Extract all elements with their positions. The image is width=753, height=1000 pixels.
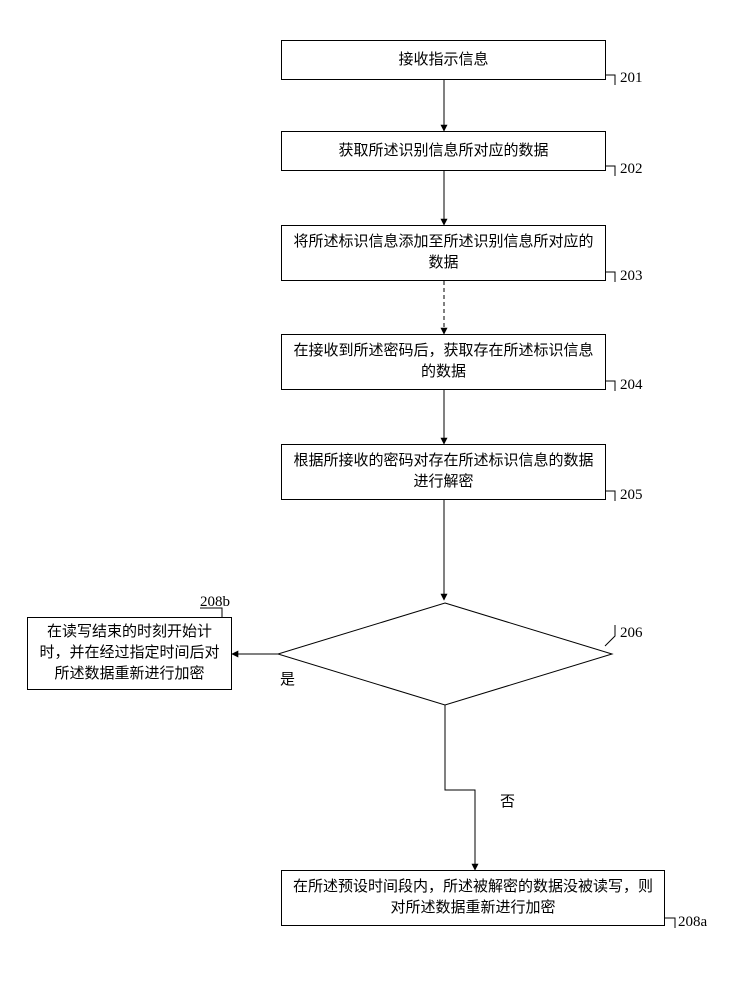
step-204-box: 在接收到所述密码后，获取存在所述标识信息的数据 bbox=[281, 334, 606, 390]
step-206-number: 206 bbox=[620, 625, 643, 642]
flowchart-canvas: 接收指示信息 201 获取所述识别信息所对应的数据 202 将所述标识信息添加至… bbox=[0, 0, 753, 1000]
step-202-text: 获取所述识别信息所对应的数据 bbox=[338, 141, 548, 162]
callout-206 bbox=[605, 625, 615, 646]
step-201-box: 接收指示信息 bbox=[281, 40, 606, 80]
arrow-206-208a bbox=[445, 705, 475, 870]
step-206-text: 检测所述被解密的数据当前是否被读写 bbox=[340, 633, 550, 675]
callout-201 bbox=[606, 75, 615, 85]
step-203-box: 将所述标识信息添加至所述识别信息所对应的数据 bbox=[281, 225, 606, 281]
step-204-text: 在接收到所述密码后，获取存在所述标识信息的数据 bbox=[292, 341, 595, 383]
step-201-number: 201 bbox=[620, 70, 643, 87]
step-208a-box: 在所述预设时间段内，所述被解密的数据没被读写，则对所述数据重新进行加密 bbox=[281, 870, 665, 926]
callout-202 bbox=[606, 166, 615, 176]
callout-208a bbox=[665, 918, 675, 928]
callout-204 bbox=[606, 381, 615, 391]
step-202-number: 202 bbox=[620, 161, 643, 178]
step-201-text: 接收指示信息 bbox=[398, 50, 488, 71]
step-206-text-container: 检测所述被解密的数据当前是否被读写 bbox=[340, 639, 550, 669]
callout-203 bbox=[606, 272, 615, 282]
decision-yes-label: 是 bbox=[280, 668, 295, 689]
step-208b-number: 208b bbox=[200, 594, 230, 611]
step-204-number: 204 bbox=[620, 377, 643, 394]
step-203-text: 将所述标识信息添加至所述识别信息所对应的数据 bbox=[292, 232, 595, 274]
step-202-box: 获取所述识别信息所对应的数据 bbox=[281, 131, 606, 171]
step-205-text: 根据所接收的密码对存在所述标识信息的数据进行解密 bbox=[292, 451, 595, 493]
step-208b-text: 在读写结束的时刻开始计时，并在经过指定时间后对所述数据重新进行加密 bbox=[38, 622, 221, 685]
step-203-number: 203 bbox=[620, 268, 643, 285]
step-208b-box: 在读写结束的时刻开始计时，并在经过指定时间后对所述数据重新进行加密 bbox=[27, 617, 232, 690]
step-208a-text: 在所述预设时间段内，所述被解密的数据没被读写，则对所述数据重新进行加密 bbox=[292, 877, 654, 919]
step-205-number: 205 bbox=[620, 487, 643, 504]
step-206-diamond bbox=[278, 603, 612, 705]
callout-205 bbox=[606, 491, 615, 501]
step-205-box: 根据所接收的密码对存在所述标识信息的数据进行解密 bbox=[281, 444, 606, 500]
decision-no-label: 否 bbox=[500, 790, 515, 811]
step-208a-number: 208a bbox=[678, 914, 707, 931]
